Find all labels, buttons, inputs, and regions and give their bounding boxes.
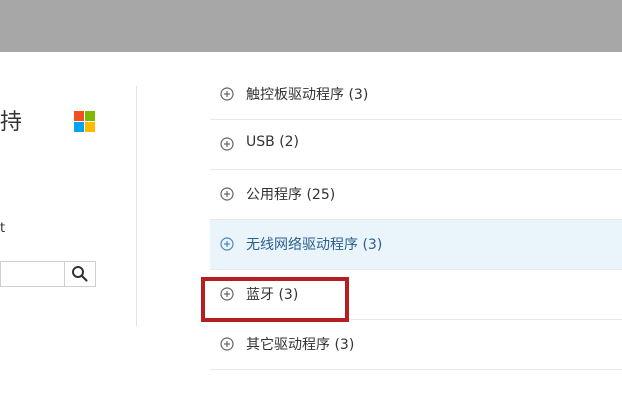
driver-category-label: 公用程序 (25) (246, 187, 336, 203)
microsoft-logo-icon (74, 111, 95, 132)
plus-circle-icon (220, 287, 234, 301)
logo-red-square (74, 111, 84, 121)
driver-category-usb[interactable]: USB (2) (210, 120, 622, 170)
top-banner (0, 0, 622, 52)
driver-category-label: USB (2) (246, 134, 300, 150)
logo-green-square (85, 111, 95, 121)
support-page: 持 t 触控板驱动程序 (3) USB (2) 公用程序 (25) 无线网络驱动… (0, 0, 622, 407)
plus-circle-icon (220, 237, 234, 251)
driver-category-other[interactable]: 其它驱动程序 (3) (210, 320, 622, 370)
plus-circle-icon (220, 137, 234, 151)
left-panel: 持 t (0, 86, 137, 326)
top-subbar (0, 52, 138, 87)
driver-category-label: 触控板驱动程序 (3) (246, 87, 369, 103)
driver-category-wireless[interactable]: 无线网络驱动程序 (3) (210, 220, 622, 270)
driver-category-list: 触控板驱动程序 (3) USB (2) 公用程序 (25) 无线网络驱动程序 (… (210, 70, 622, 370)
driver-category-bluetooth[interactable]: 蓝牙 (3) (210, 270, 622, 320)
driver-category-label: 蓝牙 (3) (246, 287, 299, 303)
search-input[interactable] (1, 262, 68, 288)
driver-category-label: 无线网络驱动程序 (3) (246, 237, 383, 253)
driver-category-label: 其它驱动程序 (3) (246, 337, 355, 353)
driver-category-utilities[interactable]: 公用程序 (25) (210, 170, 622, 220)
search-box (0, 261, 96, 288)
left-label: t (0, 221, 6, 236)
plus-circle-icon (220, 187, 234, 201)
search-icon (72, 266, 88, 282)
logo-blue-square (74, 122, 84, 132)
search-button[interactable] (64, 262, 95, 286)
plus-circle-icon (220, 337, 234, 351)
logo-yellow-square (85, 122, 95, 132)
driver-category-touchpad[interactable]: 触控板驱动程序 (3) (210, 70, 622, 120)
plus-circle-icon (220, 87, 234, 101)
page-title: 持 (0, 110, 24, 135)
